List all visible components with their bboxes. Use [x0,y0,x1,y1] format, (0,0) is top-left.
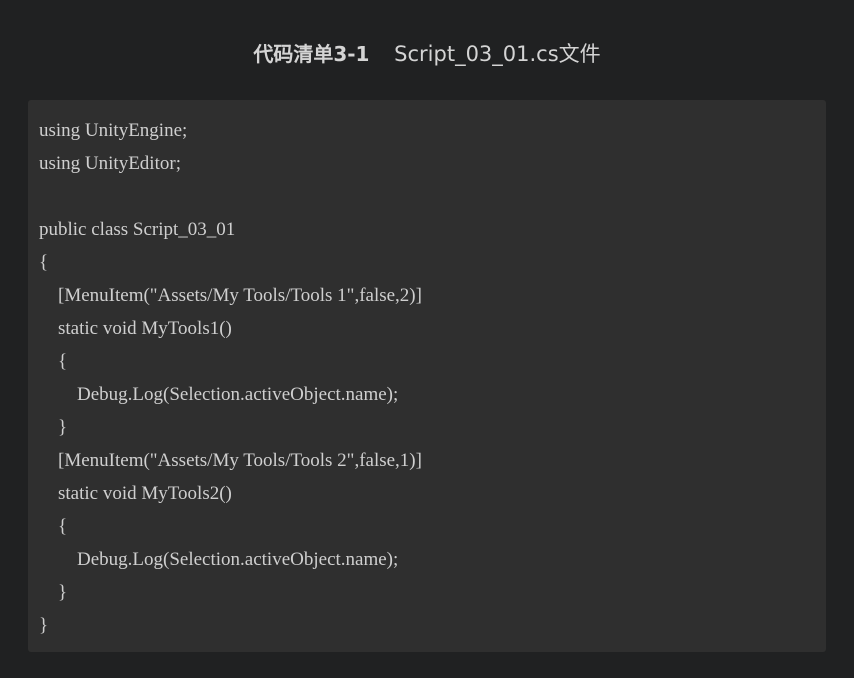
code-line: { [39,351,68,372]
code-line: [MenuItem("Assets/My Tools/Tools 2",fals… [39,450,422,471]
code-line: Debug.Log(Selection.activeObject.name); [39,549,399,570]
code-line: Debug.Log(Selection.activeObject.name); [39,384,399,405]
listing-number: 代码清单3-1 [253,42,370,66]
code-line: using UnityEditor; [39,153,181,174]
code-block: using UnityEngine; using UnityEditor; pu… [28,100,826,652]
code-line: [MenuItem("Assets/My Tools/Tools 1",fals… [39,285,422,306]
code-line: using UnityEngine; [39,120,188,141]
code-line: { [39,252,49,273]
code-line: } [39,417,68,438]
listing-filename: Script_03_01.cs文件 [394,42,601,66]
code-line-blank [39,180,826,213]
code-line: } [39,615,49,636]
code-line: { [39,516,68,537]
code-listing-caption: 代码清单3-1 Script_03_01.cs文件 [0,38,854,70]
code-line: static void MyTools1() [39,318,232,339]
code-line: static void MyTools2() [39,483,232,504]
code-line: } [39,582,68,603]
code-line: public class Script_03_01 [39,219,236,240]
